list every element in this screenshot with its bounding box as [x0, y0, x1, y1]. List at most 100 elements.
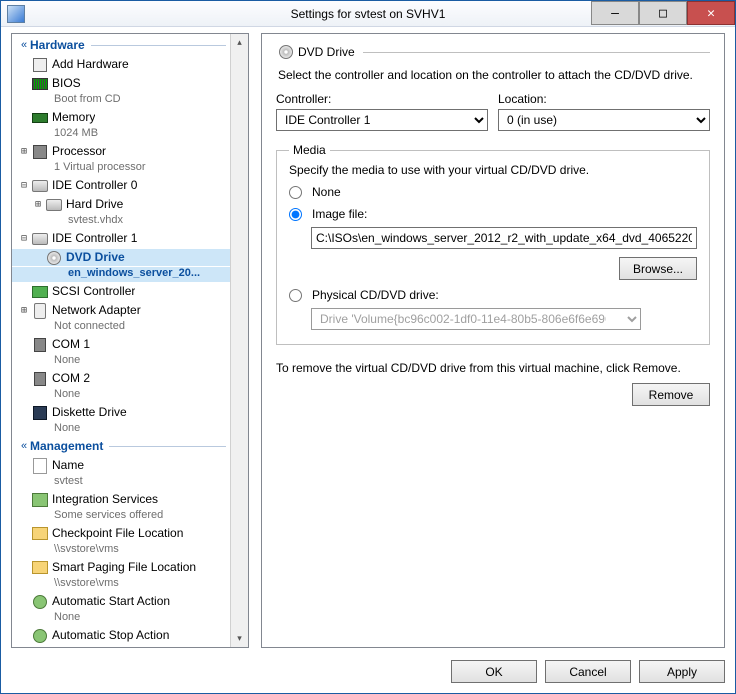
- media-physical-radio[interactable]: [289, 289, 302, 302]
- media-image-label: Image file:: [312, 207, 367, 221]
- tree-memory[interactable]: Memory 1024 MB: [12, 108, 230, 142]
- tree-name[interactable]: Name svtest: [12, 456, 230, 490]
- media-none-label: None: [312, 185, 341, 199]
- minimize-button[interactable]: —: [591, 1, 639, 25]
- details-panel: DVD Drive Select the controller and loca…: [261, 33, 725, 648]
- section-hardware-label: Hardware: [30, 38, 85, 52]
- com-port-icon: [34, 338, 46, 352]
- tree-hard-drive-sub: svtest.vhdx: [12, 213, 230, 228]
- remove-button[interactable]: Remove: [632, 383, 710, 406]
- media-image-radio[interactable]: [289, 208, 302, 221]
- media-description: Specify the media to use with your virtu…: [289, 163, 697, 177]
- tree-com2[interactable]: COM 2 None: [12, 369, 230, 403]
- tree-ide1[interactable]: ⊟IDE Controller 1: [12, 229, 230, 248]
- close-button[interactable]: ✕: [687, 1, 735, 25]
- tree-hard-drive[interactable]: ⊞Hard Drive svtest.vhdx: [12, 195, 230, 229]
- name-icon: [33, 458, 47, 474]
- tree-bios[interactable]: BIOS Boot from CD: [12, 74, 230, 108]
- apply-button[interactable]: Apply: [639, 660, 725, 683]
- expand-icon[interactable]: ⊞: [32, 197, 44, 212]
- media-none-radio[interactable]: [289, 186, 302, 199]
- media-none-row[interactable]: None: [289, 185, 697, 199]
- chevron-up-icon: «: [18, 39, 30, 51]
- details-header: DVD Drive: [298, 45, 355, 59]
- remove-description: To remove the virtual CD/DVD drive from …: [276, 361, 710, 375]
- folder-icon: [32, 527, 48, 540]
- browse-button[interactable]: Browse...: [619, 257, 697, 280]
- tree-processor[interactable]: ⊞Processor 1 Virtual processor: [12, 142, 230, 176]
- physical-drive-select: Drive 'Volume{bc96c002-1df0-11e4-80b5-80…: [311, 308, 641, 330]
- section-management-label: Management: [30, 439, 103, 453]
- media-physical-label: Physical CD/DVD drive:: [312, 288, 439, 302]
- titlebar: Settings for svtest on SVHV1 — □ ✕: [1, 1, 735, 27]
- gear-icon: [33, 629, 47, 643]
- settings-tree: « Hardware Add Hardware BIOS Boot from C…: [11, 33, 249, 648]
- tree-scrollbar[interactable]: ▴ ▾: [230, 34, 248, 647]
- section-management[interactable]: « Management: [12, 437, 230, 456]
- tree-ide0[interactable]: ⊟IDE Controller 0: [12, 176, 230, 195]
- tree-name-sub: svtest: [12, 474, 230, 489]
- scroll-down-icon[interactable]: ▾: [231, 630, 248, 647]
- tree-checkpoint-sub: \\svstore\vms: [12, 542, 230, 557]
- location-select[interactable]: 0 (in use): [498, 109, 710, 131]
- tree-com1[interactable]: COM 1 None: [12, 335, 230, 369]
- tree-integration-services[interactable]: Integration Services Some services offer…: [12, 490, 230, 524]
- ide-controller-icon: [32, 233, 48, 245]
- controller-label: Controller:: [276, 92, 488, 106]
- tree-smart-paging[interactable]: Smart Paging File Location \\svstore\vms: [12, 558, 230, 592]
- tree-network-adapter[interactable]: ⊞Network Adapter Not connected: [12, 301, 230, 335]
- tree-auto-stop[interactable]: Automatic Stop Action: [12, 626, 230, 645]
- tree-integ-sub: Some services offered: [12, 508, 230, 523]
- ide-controller-icon: [32, 180, 48, 192]
- tree-scsi[interactable]: SCSI Controller: [12, 282, 230, 301]
- tree-smart-sub: \\svstore\vms: [12, 576, 230, 591]
- dvd-icon: [47, 251, 61, 265]
- tree-com2-sub: None: [12, 387, 230, 402]
- maximize-button[interactable]: □: [639, 1, 687, 25]
- cpu-icon: [33, 145, 47, 159]
- tree-com1-sub: None: [12, 353, 230, 368]
- location-label: Location:: [498, 92, 710, 106]
- image-path-input[interactable]: [311, 227, 697, 249]
- window-controls: — □ ✕: [591, 1, 735, 26]
- scsi-icon: [32, 286, 48, 298]
- settings-window: Settings for svtest on SVHV1 — □ ✕ « Har…: [0, 0, 736, 694]
- tree-auto-start[interactable]: Automatic Start Action None: [12, 592, 230, 626]
- expand-icon[interactable]: ⊞: [18, 303, 30, 318]
- collapse-icon[interactable]: ⊟: [18, 178, 30, 193]
- tree-memory-sub: 1024 MB: [12, 126, 230, 141]
- tree-floppy-sub: None: [12, 421, 230, 436]
- tree-dvd-drive[interactable]: DVD Drive: [12, 248, 230, 267]
- tree-processor-sub: 1 Virtual processor: [12, 160, 230, 175]
- app-icon: [7, 5, 25, 23]
- media-fieldset: Media Specify the media to use with your…: [276, 143, 710, 345]
- tree-bios-sub: Boot from CD: [12, 92, 230, 107]
- chevron-up-icon: «: [18, 440, 30, 452]
- details-description: Select the controller and location on th…: [278, 68, 708, 82]
- tree-autostart-sub: None: [12, 610, 230, 625]
- tree-net-sub: Not connected: [12, 319, 230, 334]
- tree-checkpoint-location[interactable]: Checkpoint File Location \\svstore\vms: [12, 524, 230, 558]
- tree-diskette[interactable]: Diskette Drive None: [12, 403, 230, 437]
- memory-icon: [32, 113, 48, 123]
- folder-icon: [32, 561, 48, 574]
- bios-icon: [32, 78, 48, 90]
- tree-add-hardware[interactable]: Add Hardware: [12, 55, 230, 74]
- controller-select[interactable]: IDE Controller 1: [276, 109, 488, 131]
- section-hardware[interactable]: « Hardware: [12, 36, 230, 55]
- scroll-up-icon[interactable]: ▴: [231, 34, 248, 51]
- dvd-icon: [279, 45, 293, 59]
- tree-dvd-sub: en_windows_server_20...: [12, 267, 230, 282]
- cancel-button[interactable]: Cancel: [545, 660, 631, 683]
- ok-button[interactable]: OK: [451, 660, 537, 683]
- com-port-icon: [34, 372, 46, 386]
- add-hardware-icon: [33, 58, 47, 72]
- dialog-buttons: OK Cancel Apply: [11, 648, 725, 683]
- integration-icon: [32, 493, 48, 507]
- gear-icon: [33, 595, 47, 609]
- collapse-icon[interactable]: ⊟: [18, 231, 30, 246]
- media-image-row[interactable]: Image file:: [289, 207, 697, 221]
- diskette-icon: [33, 406, 47, 420]
- media-physical-row[interactable]: Physical CD/DVD drive:: [289, 288, 697, 302]
- expand-icon[interactable]: ⊞: [18, 144, 30, 159]
